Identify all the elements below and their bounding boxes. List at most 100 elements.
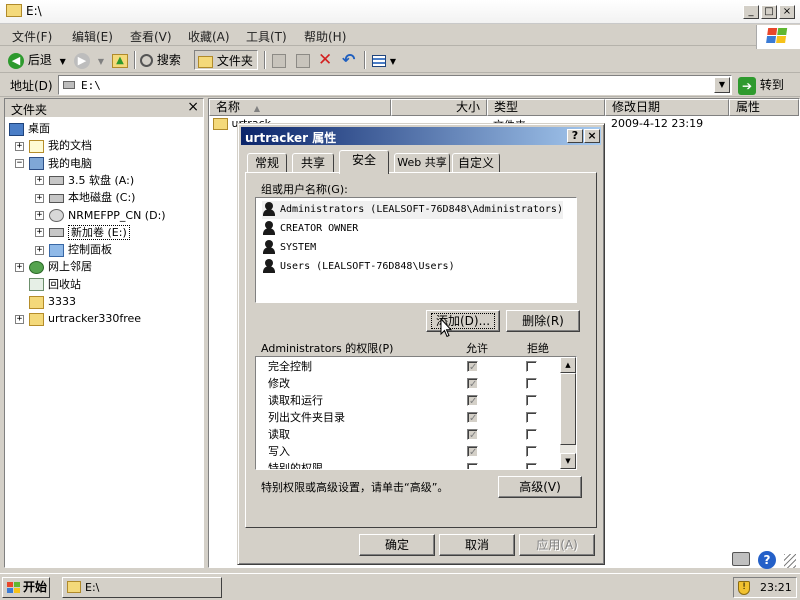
menu-edit[interactable]: 编辑(E) <box>72 28 113 45</box>
deny-checkbox[interactable] <box>526 378 537 389</box>
tree-item[interactable]: + NRMEFPP_CN (D:) <box>35 207 166 224</box>
menu-tools[interactable]: 工具(T) <box>246 28 287 45</box>
tree-item[interactable]: 3333 <box>15 293 76 310</box>
expand-icon[interactable]: + <box>15 141 24 151</box>
user-list[interactable]: Administrators (LEALSOFT-76D848\Administ… <box>255 197 577 303</box>
dialog-close-button[interactable]: × <box>584 129 600 143</box>
expand-icon[interactable]: + <box>35 228 44 238</box>
allow-checkbox[interactable] <box>467 463 478 469</box>
scroll-up-button[interactable]: ▲ <box>560 357 576 373</box>
move-to-button[interactable] <box>272 50 286 70</box>
address-dropdown-button[interactable]: ▼ <box>714 77 730 93</box>
deny-checkbox[interactable] <box>526 446 537 457</box>
tree-item[interactable]: 回收站 <box>15 276 81 293</box>
expand-icon[interactable]: + <box>35 211 44 220</box>
dialog-titlebar[interactable]: urtracker 属性 ? × <box>241 127 601 145</box>
tab-web-sharing[interactable]: Web 共享 <box>394 153 450 173</box>
apply-button[interactable]: 应用(A) <box>519 534 595 556</box>
user-list-item[interactable]: CREATOR OWNER <box>262 220 358 238</box>
folders-button[interactable]: 文件夹 <box>194 50 258 70</box>
maximize-button[interactable]: □ <box>761 5 777 19</box>
expand-icon[interactable]: + <box>15 314 24 324</box>
tree-item[interactable]: + 控制面板 <box>35 241 112 258</box>
column-header-attributes[interactable]: 属性 <box>729 99 799 116</box>
collapse-icon[interactable]: − <box>15 159 24 169</box>
window-titlebar[interactable]: E:\ _ □ × <box>0 0 800 24</box>
taskbar-item-explorer[interactable]: E:\ <box>62 577 222 598</box>
deny-checkbox[interactable] <box>526 463 537 469</box>
undo-button[interactable]: ↶ <box>342 50 355 70</box>
menu-help[interactable]: 帮助(H) <box>304 28 346 45</box>
delete-button[interactable]: ✕ <box>318 50 332 70</box>
tab-sharing[interactable]: 共享 <box>292 153 334 173</box>
column-header-type[interactable]: 类型 <box>487 99 605 116</box>
remove-button[interactable]: 删除(R) <box>506 310 580 332</box>
user-list-item[interactable]: Users (LEALSOFT-76D848\Users) <box>262 258 455 276</box>
allow-checkbox[interactable] <box>467 376 478 393</box>
tree-item[interactable]: 桌面 <box>9 120 50 137</box>
advanced-button[interactable]: 高级(V) <box>498 476 582 498</box>
tree-item[interactable]: + 网上邻居 <box>15 258 92 275</box>
security-shield-icon[interactable]: ! <box>738 581 750 595</box>
add-button[interactable]: 添加(D)... <box>426 310 500 332</box>
expand-icon[interactable]: + <box>15 262 24 272</box>
user-list-item[interactable]: SYSTEM <box>262 239 316 257</box>
copy-to-button[interactable] <box>296 50 310 70</box>
tab-general[interactable]: 常规 <box>247 153 287 173</box>
close-button[interactable]: × <box>779 5 795 19</box>
search-button[interactable]: 搜索 <box>140 50 181 70</box>
menu-file[interactable]: 文件(F) <box>12 28 52 45</box>
allow-checkbox[interactable] <box>467 393 478 410</box>
scroll-down-button[interactable]: ▼ <box>560 453 576 469</box>
menu-favorites[interactable]: 收藏(A) <box>188 28 230 45</box>
help-icon[interactable]: ? <box>758 551 776 569</box>
tree-item[interactable]: + urtracker330free <box>15 310 141 327</box>
address-input[interactable]: E:\ ▼ <box>58 75 732 95</box>
deny-checkbox[interactable] <box>526 412 537 423</box>
expand-icon[interactable]: + <box>35 193 44 203</box>
deny-checkbox[interactable] <box>526 429 537 440</box>
menu-view[interactable]: 查看(V) <box>130 28 172 45</box>
undo-icon: ↶ <box>342 50 356 69</box>
permissions-scrollbar[interactable]: ▲ ▼ <box>560 357 576 469</box>
permission-row: 写入 <box>256 443 556 461</box>
views-button[interactable]: ▼ <box>372 50 396 70</box>
views-icon <box>372 54 386 67</box>
tab-customize[interactable]: 自定义 <box>452 153 500 173</box>
go-button[interactable]: ➔ 转到 <box>738 75 798 95</box>
tab-security[interactable]: 安全 <box>339 150 389 174</box>
column-header-size[interactable]: 大小 <box>391 99 487 116</box>
up-button[interactable]: ▲ <box>112 50 128 70</box>
tree-item[interactable]: + 我的文档 <box>15 137 92 154</box>
deny-checkbox[interactable] <box>526 361 537 372</box>
permission-name: 读取和运行 <box>268 394 323 407</box>
back-button[interactable]: ◀ 后退 ▼ <box>8 50 66 70</box>
resize-grip-icon[interactable] <box>784 554 796 568</box>
allow-checkbox[interactable] <box>467 427 478 444</box>
ok-button[interactable]: 确定 <box>359 534 435 556</box>
dialog-help-button[interactable]: ? <box>567 129 583 143</box>
tree-item[interactable]: + 本地磁盘 (C:) <box>35 189 135 206</box>
column-header-name[interactable]: 名称 ▲ <box>209 99 391 116</box>
tree-item[interactable]: + 新加卷 (E:) <box>35 224 130 241</box>
column-header-modified[interactable]: 修改日期 <box>605 99 729 116</box>
start-button[interactable]: 开始 <box>2 577 50 598</box>
tree-item[interactable]: +3.5 软盘 (A:) <box>35 172 134 189</box>
deny-checkbox[interactable] <box>526 395 537 406</box>
user-list-item[interactable]: Administrators (LEALSOFT-76D848\Administ… <box>262 201 563 219</box>
user-group-icon <box>262 240 276 254</box>
allow-checkbox[interactable] <box>467 359 478 376</box>
tree-item[interactable]: − 我的电脑 <box>15 155 92 172</box>
expand-icon[interactable]: + <box>35 245 44 255</box>
allow-checkbox[interactable] <box>467 410 478 427</box>
permission-name: 读取 <box>268 428 290 441</box>
folder-icon <box>213 118 228 130</box>
forward-button[interactable]: ▶ ▼ <box>74 50 104 70</box>
cancel-button[interactable]: 取消 <box>439 534 515 556</box>
minimize-button[interactable]: _ <box>743 5 759 19</box>
scroll-thumb[interactable] <box>560 373 576 445</box>
move-to-icon <box>272 53 286 68</box>
expand-icon[interactable]: + <box>35 176 44 186</box>
folders-pane-close-icon[interactable]: × <box>187 99 199 115</box>
allow-checkbox[interactable] <box>467 444 478 461</box>
